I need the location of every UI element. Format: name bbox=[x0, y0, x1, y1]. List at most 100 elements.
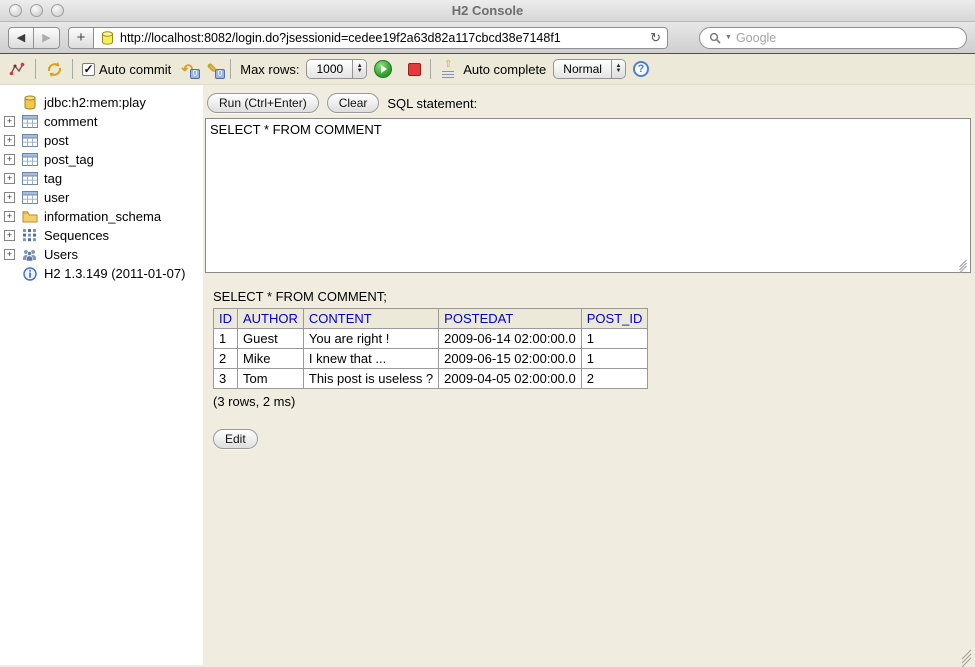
auto-commit-checkbox[interactable]: ✓ bbox=[82, 63, 95, 76]
table-icon bbox=[21, 171, 38, 186]
expand-toggle-icon[interactable]: + bbox=[4, 173, 15, 184]
database-icon bbox=[21, 95, 38, 110]
table-icon bbox=[21, 190, 38, 205]
expand-toggle-icon[interactable]: + bbox=[4, 116, 15, 127]
table-row: 3TomThis post is useless ?2009-04-05 02:… bbox=[214, 369, 648, 389]
sidebar-item-post[interactable]: + post bbox=[0, 131, 203, 150]
search-icon bbox=[709, 32, 721, 44]
auto-complete-value: Normal bbox=[554, 60, 611, 78]
expand-toggle-icon[interactable]: + bbox=[4, 211, 15, 222]
column-header-postedat[interactable]: POSTEDAT bbox=[439, 309, 582, 329]
window-resize-grip-icon[interactable] bbox=[960, 651, 973, 664]
max-rows-label: Max rows: bbox=[240, 62, 299, 77]
new-tab-button[interactable]: + bbox=[68, 27, 94, 49]
sidebar-item-users[interactable]: + Users bbox=[0, 245, 203, 264]
stop-icon[interactable] bbox=[408, 63, 421, 76]
reload-icon[interactable]: ↻ bbox=[650, 30, 661, 46]
results-panel: SELECT * FROM COMMENT; IDAUTHORCONTENTPO… bbox=[213, 289, 975, 449]
window-title: H2 Console bbox=[0, 3, 975, 18]
tree-item-label[interactable]: Sequences bbox=[44, 228, 109, 243]
auto-complete-select[interactable]: Normal ▲▼ bbox=[553, 59, 626, 79]
search-input[interactable]: ▼ Google bbox=[699, 27, 967, 49]
edit-button[interactable]: Edit bbox=[213, 429, 258, 449]
close-window-button[interactable] bbox=[9, 4, 22, 17]
stepper-icon: ▲▼ bbox=[611, 60, 625, 78]
folder-icon bbox=[21, 209, 38, 224]
textarea-resize-grip-icon[interactable] bbox=[958, 261, 968, 271]
toolbar-separator bbox=[430, 59, 431, 79]
sidebar-item-user[interactable]: + user bbox=[0, 188, 203, 207]
forward-button[interactable]: ▶ bbox=[34, 27, 60, 49]
expand-toggle-icon[interactable]: + bbox=[4, 154, 15, 165]
sidebar-item-tag[interactable]: + tag bbox=[0, 169, 203, 188]
max-rows-value: 1000 bbox=[307, 60, 352, 78]
url-group: + http://localhost:8082/login.do?jsessio… bbox=[68, 27, 691, 49]
back-icon: ◀ bbox=[17, 31, 25, 44]
expand-toggle-icon[interactable]: + bbox=[4, 249, 15, 260]
history-nav: ◀ ▶ bbox=[8, 27, 60, 49]
clear-button[interactable]: Clear bbox=[327, 93, 380, 113]
sidebar-item-post-tag[interactable]: + post_tag bbox=[0, 150, 203, 169]
address-bar[interactable]: http://localhost:8082/login.do?jsessioni… bbox=[94, 27, 668, 49]
zoom-window-button[interactable] bbox=[51, 4, 64, 17]
url-text[interactable]: http://localhost:8082/login.do?jsessioni… bbox=[120, 31, 645, 45]
tree-item-label[interactable]: H2 1.3.149 (2011-01-07) bbox=[44, 266, 185, 281]
plus-icon: + bbox=[77, 29, 86, 46]
table-row: 2MikeI knew that ...2009-06-15 02:00:00.… bbox=[214, 349, 648, 369]
sql-editor-wrap: SELECT * FROM COMMENT bbox=[203, 118, 971, 273]
table-cell: You are right ! bbox=[303, 329, 438, 349]
result-summary: (3 rows, 2 ms) bbox=[213, 394, 975, 409]
sql-input[interactable]: SELECT * FROM COMMENT bbox=[205, 118, 971, 273]
max-rows-select[interactable]: 1000 ▲▼ bbox=[306, 59, 367, 79]
table-cell: This post is useless ? bbox=[303, 369, 438, 389]
table-icon bbox=[21, 152, 38, 167]
column-header-content[interactable]: CONTENT bbox=[303, 309, 438, 329]
column-header-author[interactable]: AUTHOR bbox=[238, 309, 304, 329]
table-cell: Mike bbox=[238, 349, 304, 369]
toolbar-separator bbox=[72, 59, 73, 79]
search-options-caret-icon[interactable]: ▼ bbox=[725, 34, 732, 41]
rollback-icon[interactable]: ↶ 0 bbox=[178, 60, 196, 78]
run-button[interactable]: Run (Ctrl+Enter) bbox=[207, 93, 319, 113]
sidebar-item-jdbc-h2-mem-play[interactable]: jdbc:h2:mem:play bbox=[0, 93, 203, 112]
table-icon bbox=[21, 133, 38, 148]
run-icon[interactable] bbox=[374, 60, 392, 78]
help-icon[interactable]: ? bbox=[633, 61, 649, 77]
tree-item-label[interactable]: post_tag bbox=[44, 152, 94, 167]
sidebar-item-comment[interactable]: + comment bbox=[0, 112, 203, 131]
table-cell: 2 bbox=[581, 369, 648, 389]
h2-toolbar: ✓ Auto commit ↶ 0 ✎ 0 Max rows: 1000 ▲▼ … bbox=[0, 54, 975, 85]
table-cell: 3 bbox=[214, 369, 238, 389]
refresh-icon[interactable] bbox=[45, 60, 63, 78]
auto-commit-control[interactable]: ✓ Auto commit bbox=[82, 62, 171, 77]
auto-complete-label: Auto complete bbox=[463, 62, 546, 77]
sidebar-item-information-schema[interactable]: + information_schema bbox=[0, 207, 203, 226]
expand-toggle-icon[interactable]: + bbox=[4, 230, 15, 241]
expand-toggle-icon[interactable]: + bbox=[4, 135, 15, 146]
tree-item-label[interactable]: jdbc:h2:mem:play bbox=[44, 95, 146, 110]
main-panel: Run (Ctrl+Enter) Clear SQL statement: SE… bbox=[203, 85, 975, 665]
sidebar-item-sequences[interactable]: + Sequences bbox=[0, 226, 203, 245]
disconnect-icon[interactable] bbox=[8, 60, 26, 78]
tree-item-label[interactable]: tag bbox=[44, 171, 62, 186]
expand-toggle-icon[interactable]: + bbox=[4, 192, 15, 203]
table-cell: 2 bbox=[214, 349, 238, 369]
column-header-id[interactable]: ID bbox=[214, 309, 238, 329]
back-button[interactable]: ◀ bbox=[8, 27, 34, 49]
commit-icon[interactable]: ✎ 0 bbox=[203, 60, 221, 78]
tree-item-label[interactable]: post bbox=[44, 133, 69, 148]
table-row: 1GuestYou are right !2009-06-14 02:00:00… bbox=[214, 329, 648, 349]
column-header-post_id[interactable]: POST_ID bbox=[581, 309, 648, 329]
tree-item-label[interactable]: information_schema bbox=[44, 209, 161, 224]
result-table: IDAUTHORCONTENTPOSTEDATPOST_ID1GuestYou … bbox=[213, 308, 648, 389]
sidebar-item-h2-1-3-149-2011-01-07[interactable]: H2 1.3.149 (2011-01-07) bbox=[0, 264, 203, 283]
tree-item-label[interactable]: comment bbox=[44, 114, 97, 129]
commit-count-badge: 0 bbox=[215, 69, 225, 79]
tree-item-label[interactable]: user bbox=[44, 190, 69, 205]
tree-item-label[interactable]: Users bbox=[44, 247, 78, 262]
traffic-lights bbox=[9, 4, 64, 17]
table-cell: 1 bbox=[581, 329, 648, 349]
window-titlebar: H2 Console bbox=[0, 0, 975, 22]
minimize-window-button[interactable] bbox=[30, 4, 43, 17]
sequences-icon bbox=[21, 228, 38, 243]
